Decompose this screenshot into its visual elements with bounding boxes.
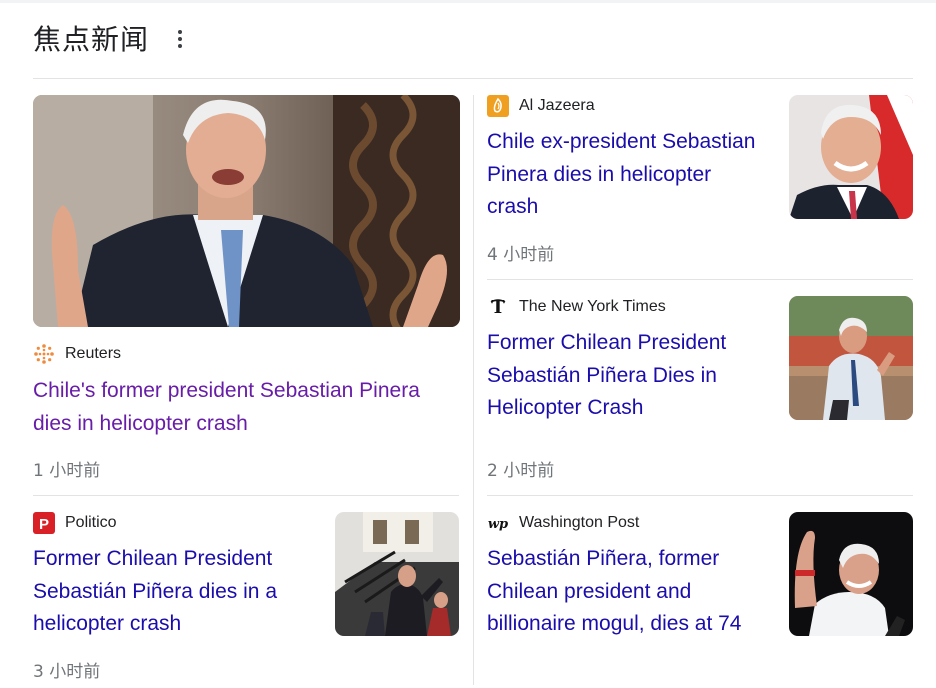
source-name: Washington Post <box>519 514 640 531</box>
article-source-aljazeera: Al Jazeera <box>487 95 595 117</box>
source-name: Reuters <box>65 345 122 362</box>
article-time: 1 小时前 <box>33 461 101 481</box>
article-headline-aljazeera[interactable]: Chile ex-president Sebastian Pinera dies… <box>487 126 757 224</box>
article-headline-wapo[interactable]: Sebastián Piñera, former Chilean preside… <box>487 543 777 641</box>
politico-logo-icon: P <box>33 512 55 534</box>
source-name: Al Jazeera <box>519 97 595 114</box>
article-image-reuters[interactable] <box>33 95 460 327</box>
top-edge-divider <box>0 0 936 3</box>
article-source-nyt: T The New York Times <box>487 296 666 318</box>
svg-text:P: P <box>39 516 49 533</box>
column-divider <box>473 95 474 685</box>
row-divider <box>487 279 913 280</box>
article-image-nyt[interactable] <box>789 296 913 420</box>
article-time: 3 小时前 <box>33 662 101 682</box>
article-image-aljazeera[interactable] <box>789 95 913 219</box>
article-source-reuters: Reuters <box>33 343 121 365</box>
article-time: 4 小时前 <box>487 245 555 265</box>
article-headline-politico[interactable]: Former Chilean President Sebastián Piñer… <box>33 543 313 641</box>
article-headline-reuters[interactable]: Chile's former president Sebastian Piner… <box>33 375 453 440</box>
source-name: The New York Times <box>519 298 666 315</box>
article-time: 2 小时前 <box>487 461 555 481</box>
aljazeera-logo-icon <box>487 95 509 117</box>
header-divider <box>33 78 913 79</box>
washington-post-logo-icon: wp <box>487 512 509 534</box>
article-image-wapo[interactable] <box>789 512 913 636</box>
svg-text:wp: wp <box>488 517 508 532</box>
article-image-politico[interactable] <box>335 512 459 636</box>
article-source-politico: P Politico <box>33 512 117 534</box>
reuters-logo-icon <box>33 343 55 365</box>
row-divider <box>33 495 459 496</box>
source-name: Politico <box>65 514 117 531</box>
article-source-wapo: wp Washington Post <box>487 512 640 534</box>
row-divider <box>487 495 913 496</box>
page-title: 焦点新闻 <box>33 23 150 56</box>
article-headline-nyt[interactable]: Former Chilean President Sebastián Piñer… <box>487 327 767 425</box>
nyt-logo-icon: T <box>487 296 509 318</box>
more-vert-icon[interactable] <box>166 26 194 52</box>
